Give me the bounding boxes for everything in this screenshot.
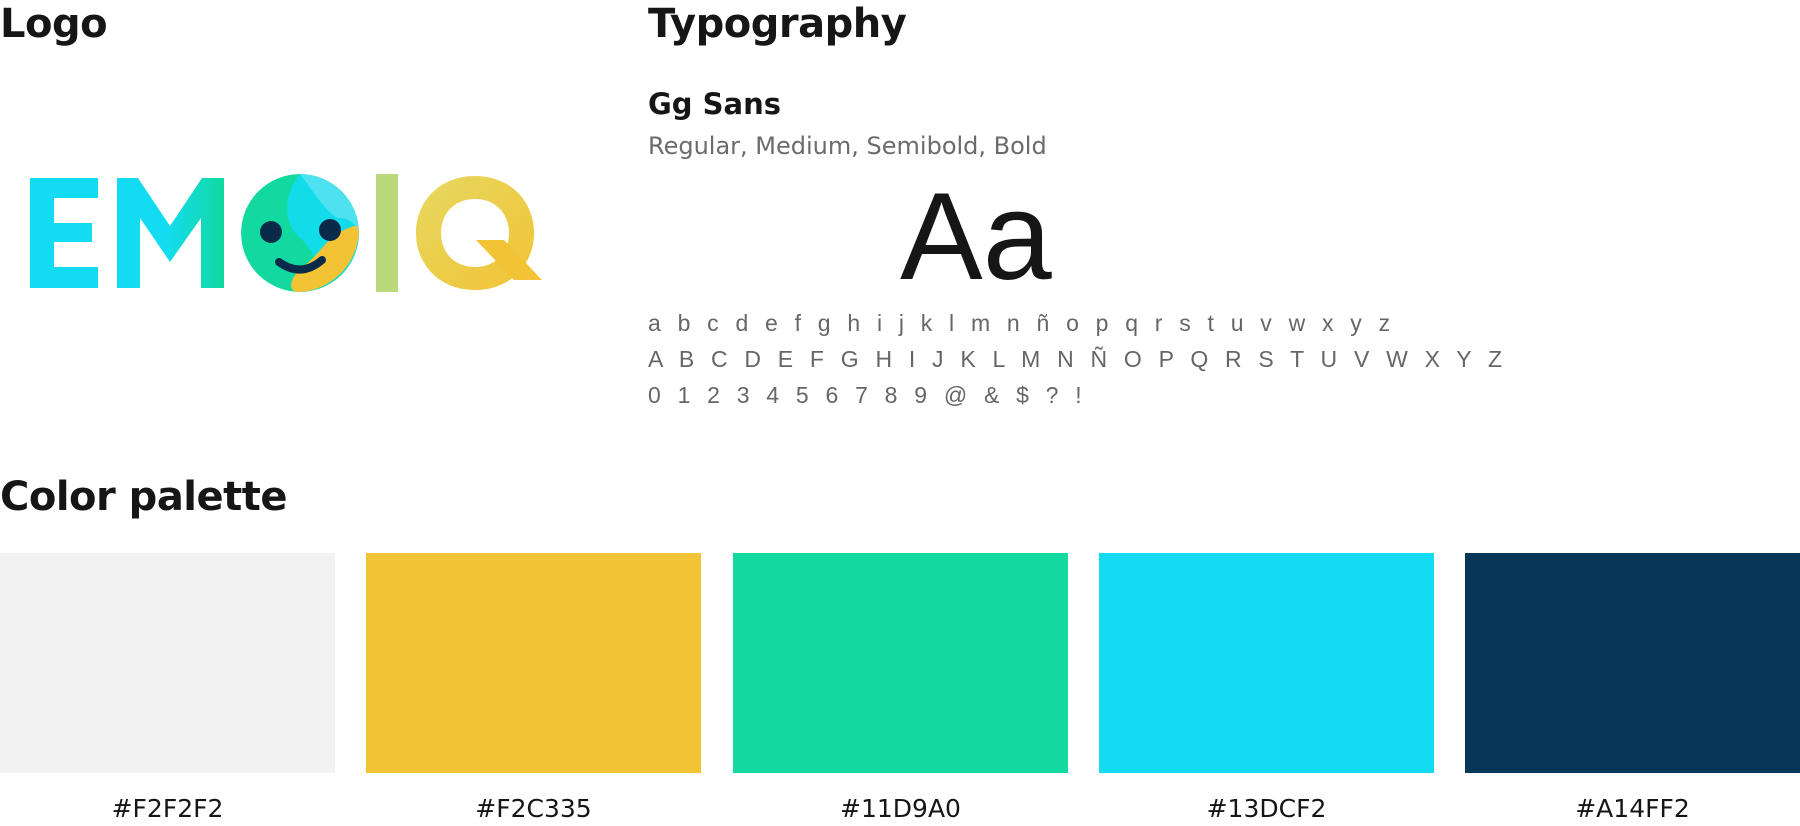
swatch-color-block [733,553,1068,773]
color-palette-heading: Color palette [0,474,288,520]
charset-digits-symbols: 0 1 2 3 4 5 6 7 8 9 @ & $ ? ! [648,382,1087,408]
color-swatch: #F2F2F2 [0,553,335,826]
typography-section-heading: Typography [648,1,907,47]
color-swatch-row: #F2F2F2 #F2C335 #11D9A0 #13DCF2 #A14FF2 [0,553,1800,826]
charset-lowercase: a b c d e f g h i j k l m n ñ o p q r s … [648,310,1396,336]
color-swatch: #F2C335 [366,553,701,826]
font-specimen: Aa [900,168,1052,306]
swatch-hex-label: #F2C335 [475,794,592,823]
logo-face-left-eye [260,221,282,243]
logo-letter-q [416,176,542,290]
color-swatch: #11D9A0 [733,553,1068,826]
swatch-hex-label: #11D9A0 [840,794,961,823]
swatch-hex-label: #F2F2F2 [111,794,224,823]
logo-letter-e [30,178,98,288]
swatch-hex-label: #13DCF2 [1206,794,1327,823]
charset-uppercase: A B C D E F G H I J K L M N Ñ O P Q R S … [648,346,1508,372]
swatch-color-block [0,553,335,773]
logo-face-right-eye [319,219,341,241]
logo-section-heading: Logo [0,1,108,47]
color-swatch: #A14FF2 [1465,553,1800,826]
emoiq-logo-graphic [30,174,542,292]
swatch-hex-label: #A14FF2 [1575,794,1690,823]
color-swatch: #13DCF2 [1099,553,1434,826]
font-family-name: Gg Sans [648,87,782,121]
logo-letter-i [376,174,398,292]
emoiq-logo [26,168,546,298]
font-weights-list: Regular, Medium, Semibold, Bold [648,132,1047,160]
logo-letter-m [117,178,224,288]
swatch-color-block [1465,553,1800,773]
swatch-color-block [366,553,701,773]
swatch-color-block [1099,553,1434,773]
